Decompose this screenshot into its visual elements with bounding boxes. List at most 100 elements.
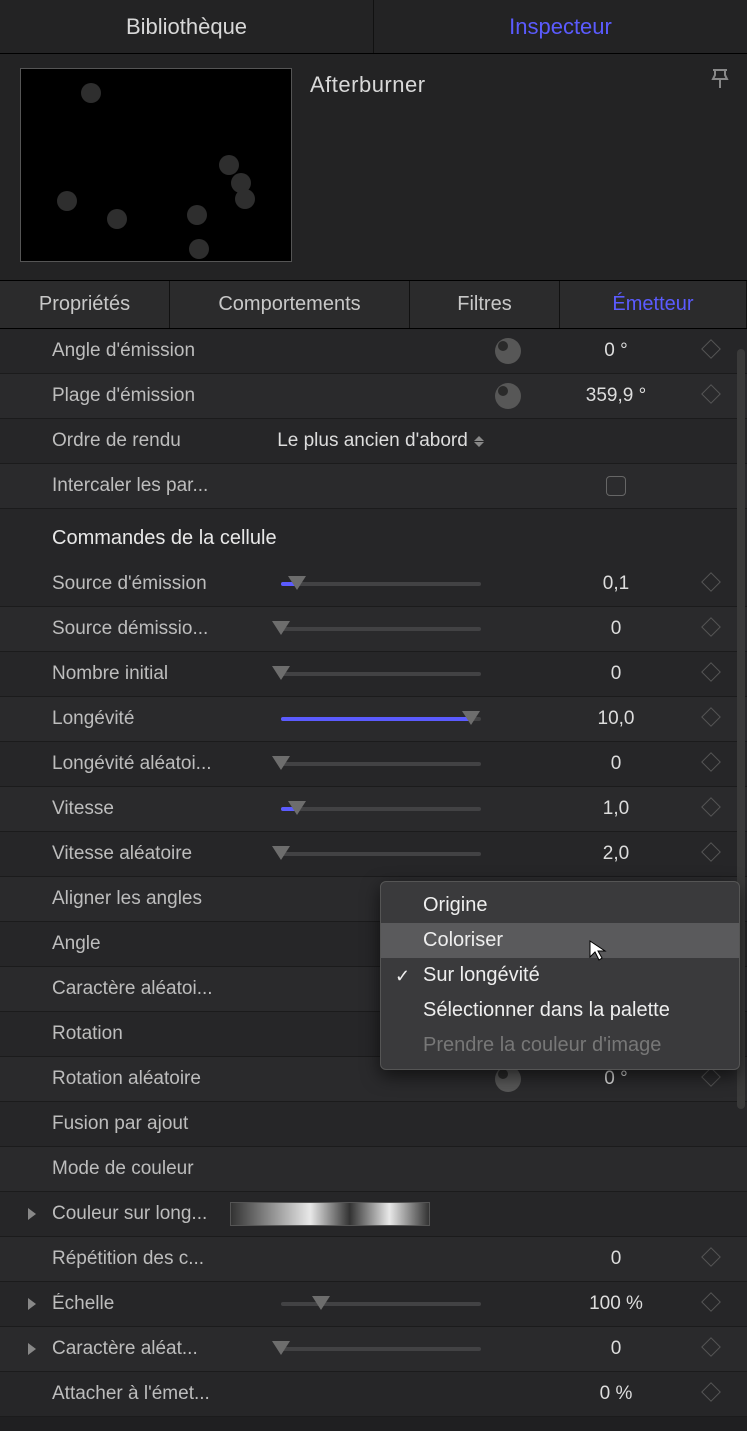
- value[interactable]: 0: [541, 618, 691, 640]
- keyframe-icon[interactable]: [701, 1292, 721, 1312]
- value[interactable]: 1,0: [541, 798, 691, 820]
- param-color-over-life: Couleur sur long...: [0, 1192, 747, 1237]
- keyframe-icon[interactable]: [701, 384, 721, 404]
- parameters-panel: Angle d'émission 0 ° Plage d'émission 35…: [0, 329, 747, 1417]
- slider[interactable]: [281, 807, 481, 811]
- keyframe-icon[interactable]: [701, 797, 721, 817]
- slider[interactable]: [281, 672, 481, 676]
- value[interactable]: 0: [541, 1248, 691, 1270]
- tab-filters[interactable]: Filtres: [410, 281, 560, 328]
- param-scale-rand: Caractère aléat... 0: [0, 1327, 747, 1372]
- keyframe-icon[interactable]: [701, 1067, 721, 1087]
- tab-emitter[interactable]: Émetteur: [560, 281, 747, 328]
- keyframe-icon[interactable]: [701, 752, 721, 772]
- param-speed: Vitesse 1,0: [0, 787, 747, 832]
- keyframe-icon[interactable]: [701, 842, 721, 862]
- label: Longévité aléatoi...: [52, 753, 220, 775]
- label: Rotation aléatoire: [52, 1068, 220, 1090]
- gradient-swatch[interactable]: [230, 1202, 430, 1226]
- rotary-dial[interactable]: [495, 338, 521, 364]
- label: Plage d'émission: [52, 385, 220, 407]
- label: Aligner les angles: [52, 888, 220, 910]
- top-tabs: Bibliothèque Inspecteur: [0, 0, 747, 54]
- slider[interactable]: [281, 1302, 481, 1306]
- label: Couleur sur long...: [52, 1203, 220, 1225]
- color-mode-menu: Origine Coloriser ✓ Sur longévité Sélect…: [380, 881, 740, 1070]
- param-color-mode: Mode de couleur: [0, 1147, 747, 1192]
- tab-inspector[interactable]: Inspecteur: [374, 0, 747, 53]
- value[interactable]: 0 %: [541, 1383, 691, 1405]
- keyframe-icon[interactable]: [701, 1247, 721, 1267]
- select-value: Le plus ancien d'abord: [277, 430, 468, 452]
- slider[interactable]: [281, 852, 481, 856]
- value[interactable]: 359,9 °: [541, 385, 691, 407]
- tab-behaviors[interactable]: Comportements: [170, 281, 410, 328]
- param-speed-rand: Vitesse aléatoire 2,0: [0, 832, 747, 877]
- slider[interactable]: [281, 627, 481, 631]
- menu-item-colorize[interactable]: Coloriser: [381, 923, 739, 958]
- label: Répétition des c...: [52, 1248, 220, 1270]
- value[interactable]: 0,1: [541, 573, 691, 595]
- label: Ordre de rendu: [52, 430, 220, 452]
- menu-item-over-life[interactable]: ✓ Sur longévité: [381, 958, 739, 993]
- param-initial-number: Nombre initial 0: [0, 652, 747, 697]
- check-icon: ✓: [395, 966, 410, 987]
- select-render-order[interactable]: Le plus ancien d'abord: [277, 430, 484, 452]
- tab-library[interactable]: Bibliothèque: [0, 0, 374, 53]
- section-cell-controls: Commandes de la cellule: [0, 509, 747, 562]
- value[interactable]: 0: [541, 1338, 691, 1360]
- label: Mode de couleur: [52, 1158, 220, 1180]
- keyframe-icon[interactable]: [701, 1382, 721, 1402]
- label: Caractère aléatoi...: [52, 978, 220, 1000]
- menu-item-palette[interactable]: Sélectionner dans la palette: [381, 993, 739, 1028]
- menu-item-label: Sur longévité: [423, 964, 540, 986]
- keyframe-icon[interactable]: [701, 617, 721, 637]
- header: Afterburner: [0, 54, 747, 280]
- slider[interactable]: [281, 717, 481, 721]
- sub-tabs: Propriétés Comportements Filtres Émetteu…: [0, 280, 747, 329]
- value[interactable]: 0 °: [541, 340, 691, 362]
- chevron-updown-icon: [474, 436, 484, 447]
- slider[interactable]: [281, 1347, 481, 1351]
- param-birth-rate: Source d'émission 0,1: [0, 562, 747, 607]
- label: Attacher à l'émet...: [52, 1383, 220, 1405]
- param-birth-rate-rand: Source démissio... 0: [0, 607, 747, 652]
- param-range-emission: Plage d'émission 359,9 °: [0, 374, 747, 419]
- label: Source d'émission: [52, 573, 220, 595]
- label: Vitesse aléatoire: [52, 843, 220, 865]
- keyframe-icon[interactable]: [701, 1337, 721, 1357]
- keyframe-icon[interactable]: [701, 707, 721, 727]
- param-color-repeat: Répétition des c... 0: [0, 1237, 747, 1282]
- label: Intercaler les par...: [52, 475, 220, 497]
- tab-properties[interactable]: Propriétés: [0, 281, 170, 328]
- label: Échelle: [52, 1293, 220, 1315]
- slider[interactable]: [281, 762, 481, 766]
- value[interactable]: 100 %: [541, 1293, 691, 1315]
- menu-item-origin[interactable]: Origine: [381, 888, 739, 923]
- label: Angle: [52, 933, 220, 955]
- chevron-right-icon[interactable]: [28, 1208, 36, 1220]
- pin-icon[interactable]: [711, 68, 729, 96]
- keyframe-icon[interactable]: [701, 339, 721, 359]
- label: Source démissio...: [52, 618, 220, 640]
- value[interactable]: 2,0: [541, 843, 691, 865]
- rotary-dial[interactable]: [495, 383, 521, 409]
- slider[interactable]: [281, 582, 481, 586]
- param-additive-blend: Fusion par ajout: [0, 1102, 747, 1147]
- label: Nombre initial: [52, 663, 220, 685]
- param-life-rand: Longévité aléatoi... 0: [0, 742, 747, 787]
- checkbox[interactable]: [606, 476, 626, 496]
- value[interactable]: 0 °: [541, 1068, 691, 1090]
- value[interactable]: 0: [541, 663, 691, 685]
- param-scale: Échelle 100 %: [0, 1282, 747, 1327]
- value[interactable]: 0: [541, 753, 691, 775]
- param-attach-emitter: Attacher à l'émet... 0 %: [0, 1372, 747, 1417]
- label: Caractère aléat...: [52, 1338, 220, 1360]
- keyframe-icon[interactable]: [701, 662, 721, 682]
- keyframe-icon[interactable]: [701, 572, 721, 592]
- chevron-right-icon[interactable]: [28, 1343, 36, 1355]
- preview-thumbnail: [20, 68, 292, 262]
- chevron-right-icon[interactable]: [28, 1298, 36, 1310]
- value[interactable]: 10,0: [541, 708, 691, 730]
- object-title: Afterburner: [310, 68, 426, 98]
